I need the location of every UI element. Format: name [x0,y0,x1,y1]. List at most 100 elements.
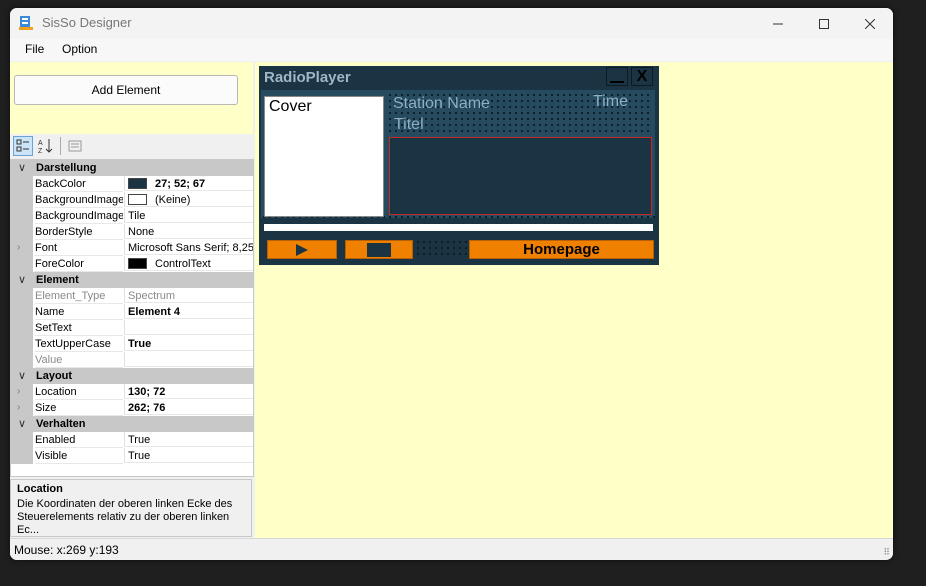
chevron-down-icon[interactable]: ∨ [16,368,28,384]
close-button[interactable] [847,8,893,39]
property-value[interactable]: Tile [124,208,253,223]
minimize-button[interactable] [755,8,801,39]
radio-player-form[interactable]: RadioPlayer X Cover Station Name Time Ti… [259,66,659,265]
property-value[interactable]: ControlText [124,256,253,271]
property-name: Font [35,240,123,256]
description-text: Die Koordinaten der oberen linken Ecke d… [17,498,233,536]
chevron-right-icon[interactable]: › [17,240,20,256]
property-name: Location [35,384,123,400]
color-swatch [128,193,147,205]
dot-pattern [415,239,467,259]
time-element[interactable]: Time [593,93,628,111]
titel-element[interactable]: Titel [394,116,424,134]
category-darstellung[interactable]: ∨ Darstellung [11,160,253,176]
property-value-text: None [128,226,155,238]
toolbar-separator [60,137,61,155]
category-verhalten[interactable]: ∨ Verhalten [11,416,253,432]
row-gutter [11,192,33,208]
maximize-icon [819,18,829,29]
progress-element[interactable] [264,224,653,231]
property-value[interactable]: 130; 72 [124,384,253,399]
property-row-location[interactable]: › Location 130; 72 [11,384,253,400]
property-value[interactable] [124,320,253,335]
spectrum-element[interactable] [389,137,652,215]
property-name: BorderStyle [35,224,123,240]
property-name: TextUpperCase [35,336,123,352]
design-canvas[interactable]: RadioPlayer X Cover Station Name Time Ti… [255,62,893,538]
property-value[interactable]: True [124,432,253,447]
category-element[interactable]: ∨ Element [11,272,253,288]
menu-option[interactable]: Option [62,42,97,56]
homepage-button[interactable]: Homepage [469,240,654,259]
property-value[interactable]: (Keine) [124,192,253,207]
property-row-textuppercase[interactable]: TextUpperCase True [11,336,253,352]
play-button[interactable] [267,240,337,259]
categorized-button[interactable] [13,136,33,156]
property-value[interactable]: 262; 76 [124,400,253,415]
property-value[interactable]: None [124,224,253,239]
player-minimize-button[interactable] [606,67,628,86]
player-title-bar[interactable]: RadioPlayer X [259,66,659,88]
sort-alphabetical-icon: A Z [38,139,53,154]
property-row-enabled[interactable]: Enabled True [11,432,253,448]
chevron-right-icon[interactable]: › [17,384,20,400]
property-value: Spectrum [124,288,253,303]
minimize-icon [773,23,783,24]
property-value-text: True [128,450,151,462]
property-row-backgroundimagelayout[interactable]: BackgroundImageLayout Tile [11,208,253,224]
title-bar: SisSo Designer [10,8,893,39]
menu-bar: File Option [10,39,893,61]
row-gutter: › [11,400,33,416]
property-row-backcolor[interactable]: BackColor 27; 52; 67 [11,176,253,192]
chevron-down-icon[interactable]: ∨ [16,160,28,176]
property-value[interactable]: True [124,336,253,351]
category-layout[interactable]: ∨ Layout [11,368,253,384]
chevron-down-icon[interactable]: ∨ [16,272,28,288]
property-value[interactable]: Element 4 [124,304,253,319]
description-title: Location [17,483,63,495]
menu-file[interactable]: File [25,42,44,56]
property-name: Value [35,352,123,368]
property-name: ForeColor [35,256,123,272]
station-name-element[interactable]: Station Name [393,95,490,113]
cover-element[interactable]: Cover [264,96,384,217]
property-name: Size [35,400,123,416]
row-gutter [11,432,33,448]
property-description: Location Die Koordinaten der oberen link… [10,479,252,537]
player-close-button[interactable]: X [631,67,653,86]
maximize-button[interactable] [801,8,847,39]
stop-button[interactable] [345,240,413,259]
property-row-settext[interactable]: SetText [11,320,253,336]
property-name: Enabled [35,432,123,448]
svg-text:Z: Z [38,148,43,154]
svg-text:A: A [38,140,43,147]
resize-grip-icon[interactable]: ⠿ [883,547,890,558]
property-row-borderstyle[interactable]: BorderStyle None [11,224,253,240]
property-row-size[interactable]: › Size 262; 76 [11,400,253,416]
property-value-text: Spectrum [128,290,176,302]
property-row-element-type[interactable]: Element_Type Spectrum [11,288,253,304]
property-value[interactable]: Microsoft Sans Serif; 8,25pt [124,240,253,255]
category-label: Element [36,274,79,286]
property-value[interactable]: 27; 52; 67 [124,176,253,191]
row-gutter: › [11,384,33,400]
property-row-forecolor[interactable]: ForeColor ControlText [11,256,253,272]
property-name: Visible [35,448,123,464]
row-gutter [11,208,33,224]
property-row-name[interactable]: Name Element 4 [11,304,253,320]
property-value-text: 130; 72 [128,386,166,398]
property-row-visible[interactable]: Visible True [11,448,253,464]
property-row-font[interactable]: › Font Microsoft Sans Serif; 8,25pt [11,240,253,256]
property-row-value[interactable]: Value [11,352,253,368]
play-icon [296,243,308,256]
element-panel: Add Element [10,62,253,134]
add-element-button[interactable]: Add Element [14,75,238,105]
property-pages-button[interactable] [65,136,85,156]
chevron-right-icon[interactable]: › [17,400,20,416]
property-row-backgroundimage[interactable]: BackgroundImage (Keine) [11,192,253,208]
row-gutter [11,448,33,464]
row-gutter [11,304,33,320]
chevron-down-icon[interactable]: ∨ [16,416,28,432]
alphabetical-button[interactable]: A Z [36,136,56,156]
property-value[interactable]: True [124,448,253,463]
